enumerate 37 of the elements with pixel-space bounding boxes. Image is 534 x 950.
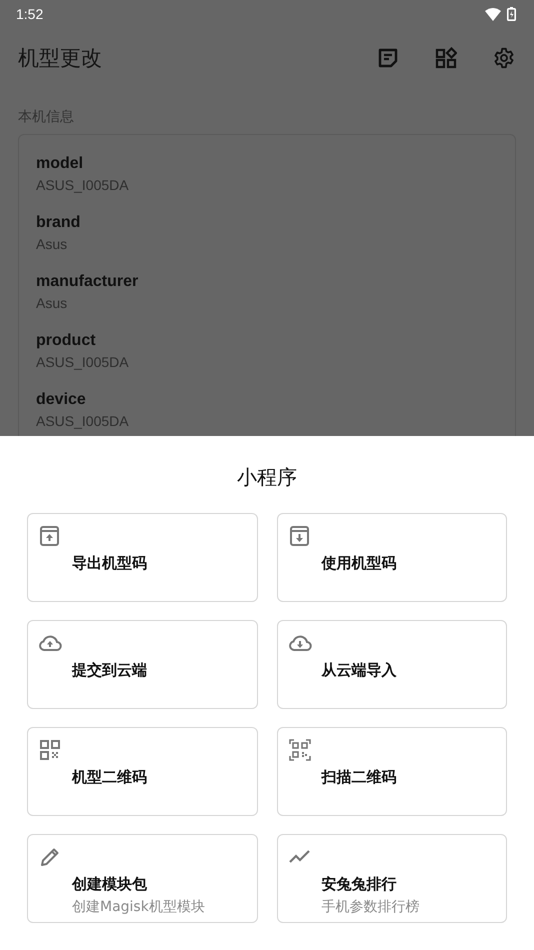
action-card[interactable]: 使用机型码 bbox=[276, 513, 507, 602]
action-card[interactable]: 提交到云端 bbox=[27, 620, 258, 709]
field-value: ASUS_I005DA bbox=[36, 412, 129, 431]
field-label: brand bbox=[36, 213, 80, 233]
field-label: device bbox=[36, 390, 86, 410]
qr-code-icon bbox=[38, 738, 62, 762]
action-title: 提交到云端 bbox=[72, 661, 147, 680]
action-title: 机型二维码 bbox=[72, 768, 147, 787]
field-value: Asus bbox=[36, 235, 68, 254]
sheet-title: 小程序 bbox=[237, 464, 297, 491]
action-subtitle: 手机参数排行榜 bbox=[322, 898, 420, 916]
battery-icon bbox=[507, 7, 516, 21]
action-title: 创建模块包 bbox=[72, 875, 148, 894]
qr-scan-icon bbox=[288, 738, 312, 762]
archive-down-icon bbox=[288, 524, 312, 548]
field-label: model bbox=[36, 154, 84, 174]
app-title: 机型更改 bbox=[18, 45, 102, 72]
field-value: ASUS_I005DA bbox=[36, 353, 129, 372]
action-card[interactable]: 创建模块包 创建Magisk机型模块 bbox=[27, 834, 258, 923]
action-title: 安兔兔排行 bbox=[322, 875, 398, 894]
field-value: ASUS_I005DA bbox=[36, 176, 129, 195]
action-title: 使用机型码 bbox=[322, 554, 396, 573]
field-label: product bbox=[36, 331, 96, 351]
wifi-icon bbox=[485, 8, 501, 20]
action-card[interactable]: 扫描二维码 bbox=[276, 727, 507, 816]
action-card[interactable]: 从云端导入 bbox=[276, 620, 507, 709]
action-title: 从云端导入 bbox=[322, 661, 396, 680]
action-card[interactable]: 机型二维码 bbox=[27, 727, 258, 816]
action-title: 扫描二维码 bbox=[322, 768, 396, 787]
archive-up-icon bbox=[38, 524, 62, 548]
action-title: 导出机型码 bbox=[72, 554, 147, 573]
status-time: 1:52 bbox=[16, 6, 44, 22]
action-card[interactable]: 安兔兔排行 手机参数排行榜 bbox=[276, 834, 507, 923]
action-subtitle: 创建Magisk机型模块 bbox=[72, 898, 205, 916]
field-label: manufacturer bbox=[36, 272, 138, 292]
field-value: Asus bbox=[36, 294, 68, 313]
action-card[interactable]: 导出机型码 bbox=[27, 513, 258, 602]
